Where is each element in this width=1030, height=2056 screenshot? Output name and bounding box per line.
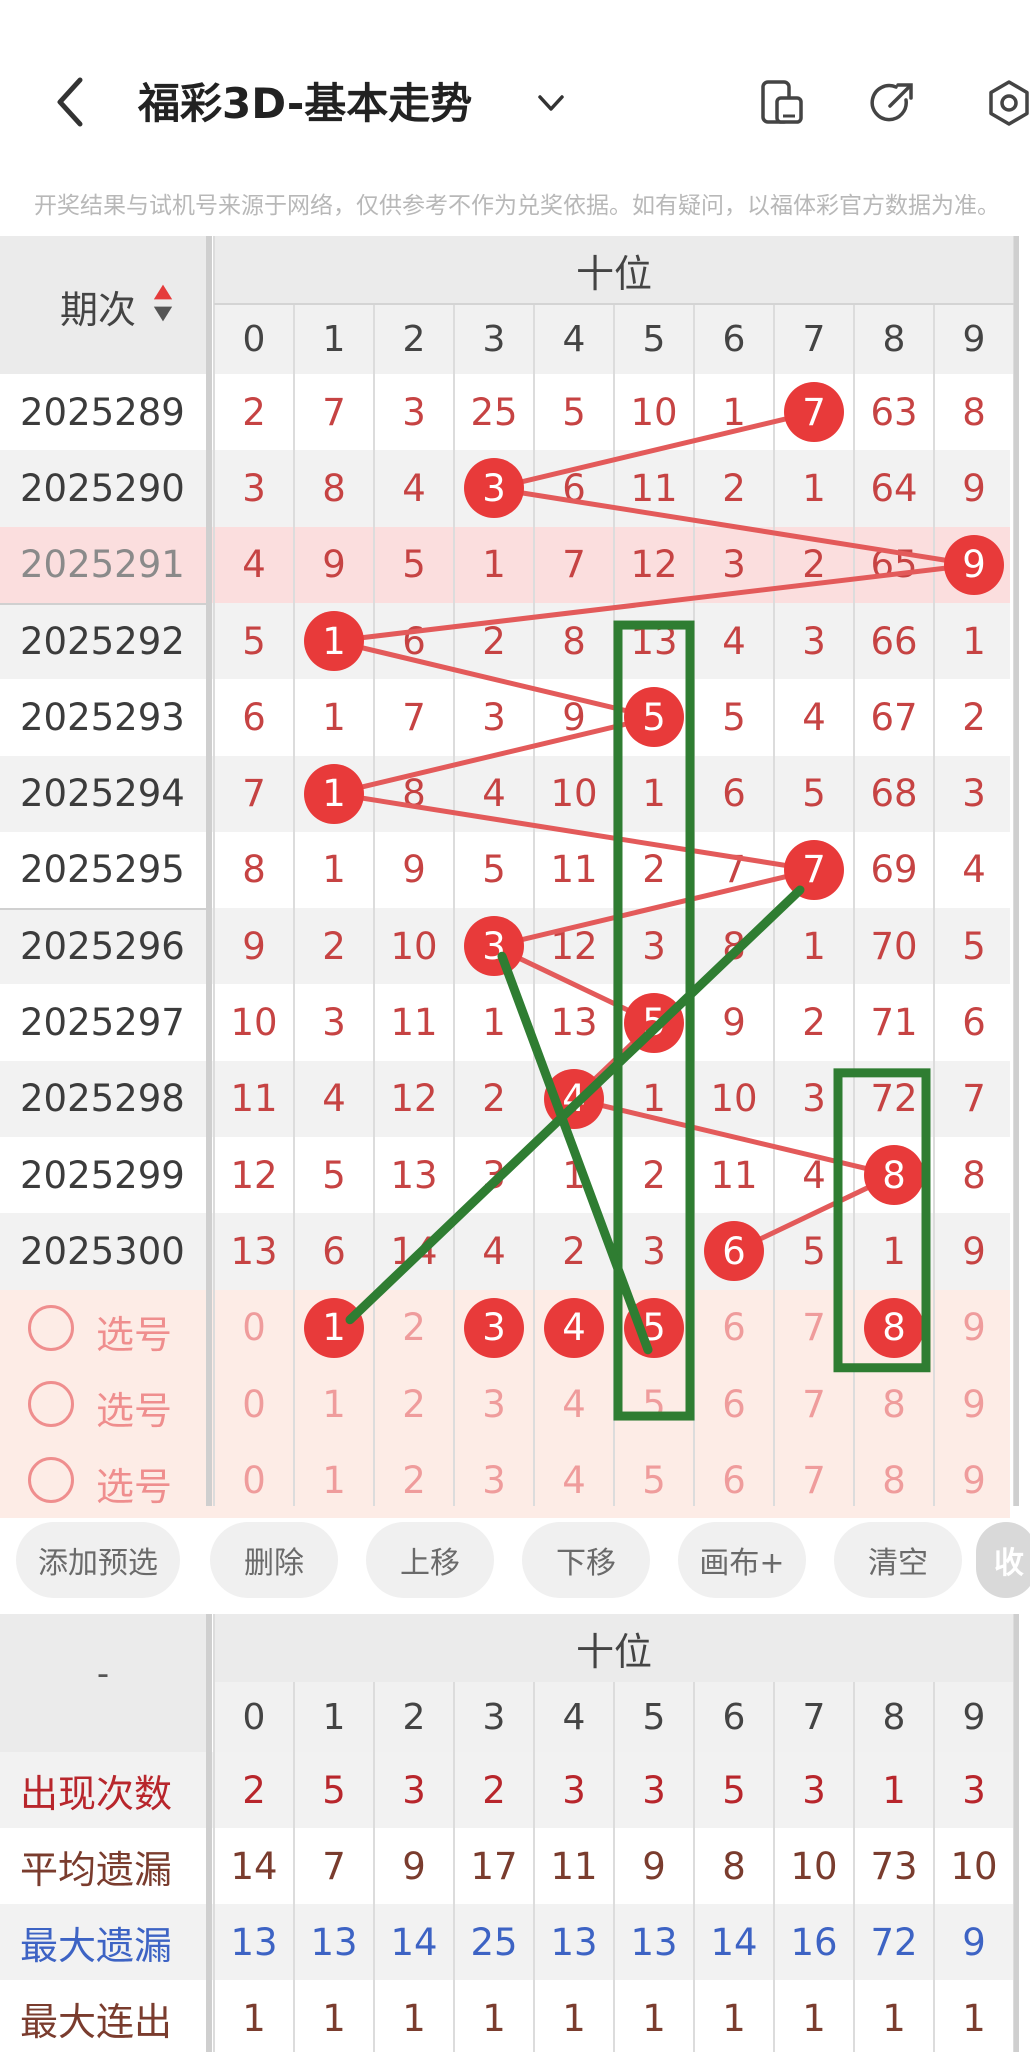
stats-value: 1 — [802, 1996, 826, 2040]
stats-value: 25 — [470, 1920, 518, 1964]
page-title[interactable]: 福彩3D-基本走势 — [138, 70, 472, 131]
stats-value: 5 — [722, 1768, 746, 1812]
stats-value: 2 — [482, 1768, 506, 1812]
trend-table: 期次 十位 0 1 2 3 4 5 6 7 8 9 2025289 2 7 3 25 5 10 1 63 8 2025290… — [0, 236, 1030, 1519]
stats-digit-header: 6 — [722, 1696, 746, 1738]
share-icon[interactable] — [868, 78, 918, 128]
stats-value: 1 — [962, 1996, 986, 2040]
stats-value: 1 — [322, 1996, 346, 2040]
stats-digit-header: 3 — [482, 1696, 506, 1738]
stats-value: 3 — [402, 1768, 426, 1812]
annotation-box-column-8 — [833, 1068, 931, 1373]
stats-right-divider — [1014, 1614, 1019, 2052]
stats-frozen-divider — [206, 1614, 212, 2052]
back-arrow-icon[interactable] — [50, 72, 90, 132]
stats-column-divider — [373, 1682, 375, 2052]
stats-value: 2 — [242, 1768, 266, 1812]
stats-value: 14 — [390, 1920, 438, 1964]
action-button-2[interactable]: 上移 — [366, 1522, 494, 1598]
action-button-3[interactable]: 下移 — [522, 1522, 650, 1598]
stats-corner: - — [96, 1654, 110, 1694]
stats-value: 10 — [950, 1844, 998, 1888]
action-button-1[interactable]: 删除 — [210, 1522, 338, 1598]
stats-row-label: 最大遗漏 — [20, 1923, 173, 1968]
stats-value: 1 — [642, 1996, 666, 2040]
stats-value: 1 — [882, 1996, 906, 2040]
stats-column-divider — [293, 1682, 295, 2052]
stats-column-divider — [693, 1682, 695, 2052]
disclaimer-notice: 开奖结果与试机号来源于网络，仅供参考不作为兑奖依据。如有疑问，以福体彩官方数据为… — [34, 193, 1000, 219]
stats-value: 7 — [322, 1844, 346, 1888]
chevron-down-icon[interactable] — [536, 88, 566, 118]
stats-column-divider — [533, 1682, 535, 2052]
action-button-0[interactable]: 添加预选 — [16, 1522, 180, 1598]
stats-value: 11 — [550, 1844, 598, 1888]
stats-value: 1 — [882, 1768, 906, 1812]
stats-row-label: 最大连出 — [20, 1999, 173, 2044]
stats-value: 1 — [562, 1996, 586, 2040]
stats-digit-header: 2 — [402, 1696, 426, 1738]
stats-value: 14 — [710, 1920, 758, 1964]
stats-value: 3 — [562, 1768, 586, 1812]
stats-value: 9 — [642, 1844, 666, 1888]
stats-digit-header: 4 — [562, 1696, 586, 1738]
stats-value: 3 — [802, 1768, 826, 1812]
stats-value: 13 — [310, 1920, 358, 1964]
stats-value: 1 — [722, 1996, 746, 2040]
stats-section-header: 十位 — [214, 1614, 1014, 1682]
stats-value: 1 — [242, 1996, 266, 2040]
stats-value: 3 — [642, 1768, 666, 1812]
stats-value: 17 — [470, 1844, 518, 1888]
action-button-6[interactable]: 收 — [976, 1522, 1030, 1598]
stats-value: 9 — [962, 1920, 986, 1964]
stats-value: 10 — [790, 1844, 838, 1888]
stats-column-divider — [853, 1682, 855, 2052]
stats-column-divider — [933, 1682, 935, 2052]
stats-digit-header: 8 — [882, 1696, 906, 1738]
stats-value: 73 — [870, 1844, 918, 1888]
annotation-line-diagonal-1 — [345, 885, 805, 1325]
stats-digit-header: 7 — [802, 1696, 826, 1738]
stats-value: 14 — [230, 1844, 278, 1888]
stats-column-divider — [773, 1682, 775, 2052]
stats-row-label: 平均遗漏 — [20, 1847, 173, 1892]
stats-value: 1 — [482, 1996, 506, 2040]
stats-value: 5 — [322, 1768, 346, 1812]
stats-value: 72 — [870, 1920, 918, 1964]
device-icon[interactable] — [757, 78, 807, 128]
stats-digit-header: 5 — [642, 1696, 666, 1738]
stats-value: 8 — [722, 1844, 746, 1888]
stats-digit-header: 9 — [962, 1696, 986, 1738]
stats-table: - 十位 0 1 2 3 4 5 6 7 8 9 出现次数 2 5 3 2 3 3 5 3 1 3 平均遗漏 14 7 9 17 11 9… — [0, 1614, 1030, 2056]
stats-digit-header: 1 — [322, 1696, 346, 1738]
settings-icon[interactable] — [984, 78, 1030, 128]
stats-value: 13 — [630, 1920, 678, 1964]
stats-value: 9 — [402, 1844, 426, 1888]
stats-value: 1 — [402, 1996, 426, 2040]
stats-digit-header: 0 — [242, 1696, 266, 1738]
action-button-4[interactable]: 画布+ — [678, 1522, 806, 1598]
stats-column-divider — [213, 1614, 215, 2052]
stats-value: 3 — [962, 1768, 986, 1812]
stats-column-divider — [453, 1682, 455, 2052]
stats-row-label: 出现次数 — [20, 1771, 173, 1816]
stats-column-divider — [613, 1682, 615, 2052]
stats-value: 13 — [550, 1920, 598, 1964]
action-button-5[interactable]: 清空 — [834, 1522, 962, 1598]
stats-value: 13 — [230, 1920, 278, 1964]
stats-value: 16 — [790, 1920, 838, 1964]
canvas-annotations — [345, 620, 931, 1421]
